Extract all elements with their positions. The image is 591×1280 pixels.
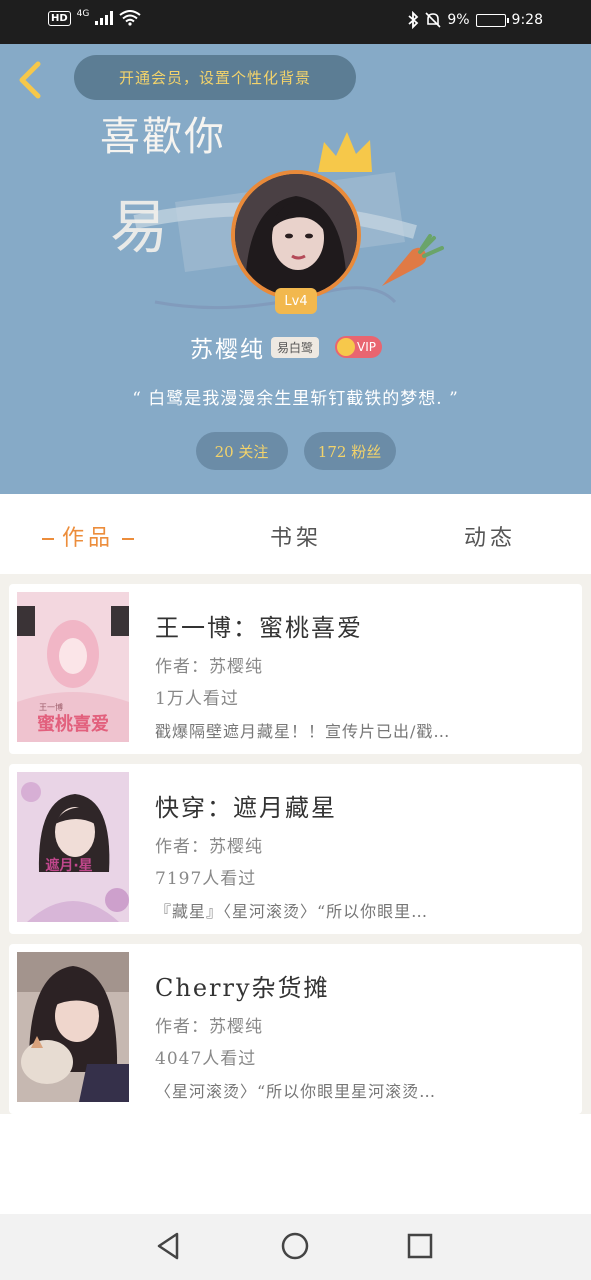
works-list: 蜜桃喜爱 王一博 王一博：蜜桃喜爱 作者：苏樱纯 1万人看过 戳爆隔壁遮月藏星！…: [0, 574, 591, 1114]
profile-header: 开通会员，设置个性化背景 易 喜歡你 Lv4 苏樱纯 易白鹭 VIP “ 白鹭是…: [0, 44, 591, 494]
tab-bookshelf[interactable]: 书架: [270, 520, 322, 552]
cover-art: 蜜桃喜爱 王一博: [17, 592, 129, 742]
battery-charging-icon: [475, 13, 509, 27]
list-item[interactable]: Cherry杂货摊 作者：苏樱纯 4047人看过 〈星河滚烫〉“所以你眼里星河滚…: [9, 944, 582, 1114]
username: 苏樱纯: [190, 337, 265, 363]
following-count[interactable]: 20 关注: [195, 432, 288, 470]
book-author: 作者：苏樱纯: [155, 657, 263, 677]
recents-square-icon[interactable]: [404, 1230, 436, 1262]
signal-icon: [95, 11, 114, 25]
name-tag: 易白鹭: [271, 336, 320, 358]
vip-background-prompt[interactable]: 开通会员，设置个性化背景: [74, 55, 356, 100]
battery-percent: 9%: [447, 12, 470, 28]
cover-title: 蜜桃喜爱: [37, 713, 109, 735]
tab-active-dash-right: [122, 538, 135, 540]
home-circle-icon[interactable]: [279, 1230, 311, 1262]
book-title: Cherry杂货摊: [155, 974, 330, 1002]
book-title: 快穿：遮月藏星: [155, 794, 337, 822]
book-description: 『藏星』〈星河滚烫〉“所以你眼里…: [155, 902, 429, 921]
system-navigation-bar: [0, 1214, 591, 1280]
wifi-icon: [119, 10, 141, 26]
mute-icon: [425, 12, 441, 28]
followers-count[interactable]: 172 粉丝: [303, 432, 396, 470]
avatar[interactable]: [231, 170, 361, 300]
book-title: 王一博：蜜桃喜爱: [155, 614, 363, 642]
book-cover: 蜜桃喜爱 王一博: [17, 592, 129, 742]
book-views: 1万人看过: [155, 689, 239, 709]
cover-art: [17, 952, 129, 1102]
tab-activity[interactable]: 动态: [464, 520, 516, 552]
book-description: 〈星河滚烫〉“所以你眼里星河滚烫…: [155, 1082, 437, 1101]
profile-stats: 20 关注 172 粉丝: [0, 432, 591, 470]
tab-works-label: 作品: [62, 526, 115, 551]
carrot-icon: [382, 234, 444, 286]
cover-art: 遮月·星: [17, 772, 129, 922]
tab-active-dash-left: [42, 538, 54, 540]
book-description: 戳爆隔壁遮月藏星！！宣传片已出/戳…: [155, 722, 451, 741]
book-author: 作者：苏樱纯: [155, 837, 263, 857]
back-triangle-icon[interactable]: [153, 1230, 185, 1262]
level-badge: Lv4: [275, 288, 317, 314]
avatar-portrait: [235, 174, 357, 296]
profile-signature: “ 白鹭是我漫漫余生里斩钉截铁的梦想. ”: [132, 389, 459, 409]
cover-title: 遮月·星: [45, 857, 92, 874]
network-type: 4G: [76, 9, 90, 19]
tab-works[interactable]: 作品: [42, 520, 142, 552]
book-author: 作者：苏樱纯: [155, 1017, 263, 1037]
status-bar: HD 4G 9% 9:28: [0, 0, 591, 44]
back-arrow-icon[interactable]: [14, 60, 48, 100]
book-cover: [17, 952, 129, 1102]
book-cover: 遮月·星: [17, 772, 129, 922]
crown-icon: [318, 132, 372, 172]
vip-badge[interactable]: VIP: [335, 336, 382, 358]
svg-text:易: 易: [110, 193, 168, 261]
name-row: 苏樱纯 易白鹭 VIP: [190, 330, 382, 364]
hd-badge: HD: [48, 10, 71, 26]
list-item[interactable]: 蜜桃喜爱 王一博 王一博：蜜桃喜爱 作者：苏樱纯 1万人看过 戳爆隔壁遮月藏星！…: [9, 584, 582, 754]
vip-coin-icon: [337, 338, 356, 356]
list-footer-space: [0, 1114, 591, 1214]
vip-label: VIP: [357, 340, 376, 354]
cover-subtitle: 王一博: [39, 702, 63, 712]
status-right: 9% 9:28: [407, 11, 543, 29]
profile-tabs: 作品 书架 动态: [0, 494, 591, 574]
status-left: HD 4G: [48, 9, 141, 26]
background-script-text: 喜歡你: [100, 114, 226, 160]
book-views: 4047人看过: [155, 1049, 257, 1069]
book-views: 7197人看过: [155, 869, 257, 889]
list-item[interactable]: 遮月·星 快穿：遮月藏星 作者：苏樱纯 7197人看过 『藏星』〈星河滚烫〉“所…: [9, 764, 582, 934]
bluetooth-icon: [408, 11, 419, 29]
clock: 9:28: [511, 12, 543, 28]
